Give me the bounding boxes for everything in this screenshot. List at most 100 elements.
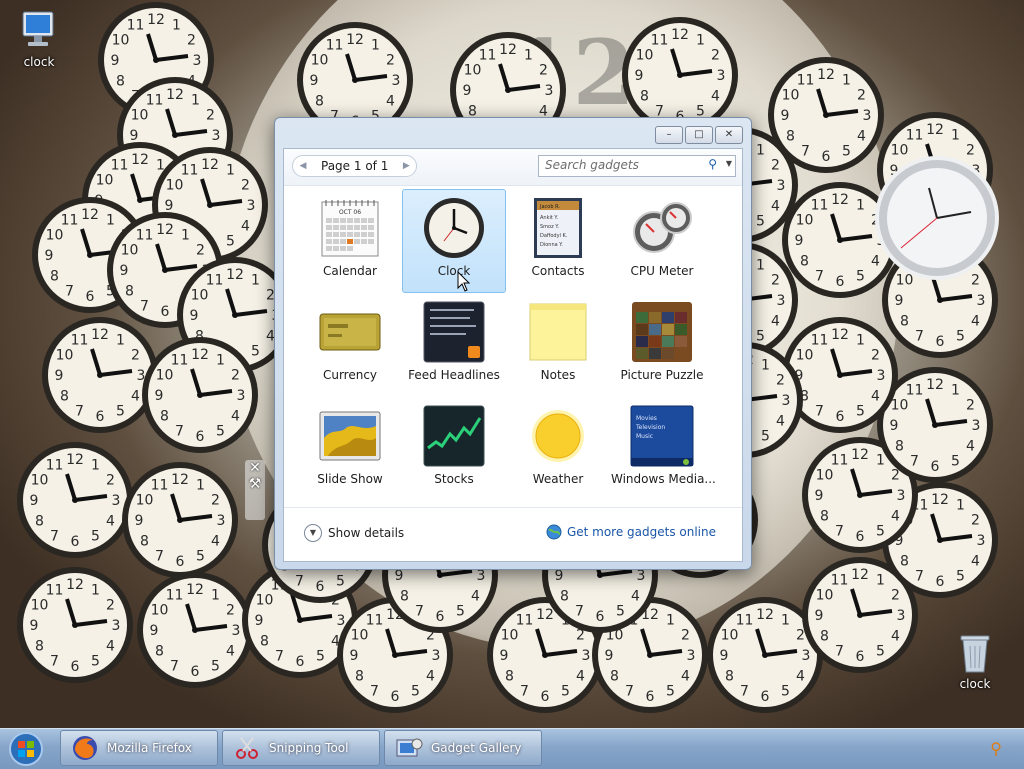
clock-gadget[interactable]: 121234567891011 <box>98 2 214 118</box>
clock-numeral: 10 <box>896 513 914 529</box>
gadget-side-handle[interactable]: ✕ ⚒ <box>245 460 265 520</box>
show-details-toggle[interactable]: ▼ Show details <box>304 524 404 542</box>
gadget-tile-contacts[interactable]: Jacob R. Ankit Y. Smoz Y. Daffodyl K. Di… <box>506 189 610 293</box>
clock-gadget[interactable]: 121234567891011 <box>117 77 233 193</box>
clock-gadget[interactable]: 121234567891011 <box>882 482 998 598</box>
clock-numeral: 7 <box>50 654 59 670</box>
clock-numeral: 9 <box>30 493 39 509</box>
clock-numeral: 7 <box>131 89 140 105</box>
search-box: ⚲ ▼ <box>538 155 736 177</box>
gadget-label: Calendar <box>323 264 377 278</box>
gadget-label: Windows Media... <box>611 472 716 486</box>
clock-numeral: 6 <box>856 529 865 545</box>
clock-gadget[interactable]: 121234567891011 <box>17 567 133 683</box>
globe-icon <box>546 524 562 540</box>
prev-page-button[interactable]: ◀ <box>293 156 313 176</box>
get-more-gadgets-link[interactable]: Get more gadgets online <box>546 524 716 540</box>
minimize-button[interactable]: – <box>655 126 683 144</box>
gadget-tile-windows-media[interactable]: Movies Television Music Windows Media... <box>610 397 716 501</box>
start-button[interactable] <box>6 731 46 767</box>
gadget-tile-currency[interactable]: Currency <box>298 293 402 397</box>
chevron-down-icon[interactable]: ▼ <box>726 159 732 168</box>
clock-numeral: 10 <box>351 628 369 644</box>
gadget-label: Stocks <box>434 472 474 486</box>
close-icon[interactable]: ✕ <box>245 460 265 476</box>
slideshow-icon <box>319 411 381 461</box>
clock-numeral: 11 <box>127 17 145 33</box>
clock-gadget[interactable]: 121234567891011 <box>17 442 133 558</box>
search-icon[interactable]: ⚲ <box>708 157 717 171</box>
clock-numeral: 11 <box>151 477 169 493</box>
clock-numeral: 9 <box>150 623 159 639</box>
clock-numeral: 1 <box>191 92 200 108</box>
clock-numeral: 8 <box>155 644 164 660</box>
clock-gadget[interactable]: 121234567891011 <box>82 142 198 258</box>
taskbar-item-snipping-tool[interactable]: Snipping Tool <box>222 730 380 766</box>
clock-numeral: 1 <box>876 452 885 468</box>
gadget-tile-feed-headlines[interactable]: Feed Headlines <box>402 293 506 397</box>
clock-numeral: 6 <box>296 654 305 670</box>
clock-numeral: 10 <box>816 588 834 604</box>
clock-gadget[interactable]: 121234567891011 <box>707 597 823 713</box>
cpu-meter-icon <box>633 202 692 253</box>
wrench-icon[interactable]: ⚒ <box>245 476 265 492</box>
clock-numeral: 12 <box>926 377 944 393</box>
clock-numeral: 5 <box>181 299 190 315</box>
clock-numeral: 4 <box>426 669 435 685</box>
gadget-tile-slide-show[interactable]: Slide Show <box>298 397 402 501</box>
clock-gadget[interactable]: 121234567891011 <box>802 557 918 673</box>
clock-numeral: 4 <box>966 184 975 200</box>
desktop-icon-computer[interactable]: clock <box>4 8 74 69</box>
next-page-button[interactable]: ▶ <box>396 156 416 176</box>
weather-icon <box>532 410 584 462</box>
clock-numeral: 7 <box>175 424 184 440</box>
clock-gadget[interactable]: 121234567891011 <box>107 212 223 328</box>
pager: ◀ Page 1 of 1 ▶ <box>292 155 418 177</box>
clock-numeral: 5 <box>172 89 181 105</box>
clock-numeral: 6 <box>391 689 400 705</box>
gadget-tile-stocks[interactable]: Stocks <box>402 397 506 501</box>
clock-numeral: 6 <box>191 664 200 680</box>
clock-numeral: 6 <box>931 459 940 475</box>
clock-gadget[interactable]: 121234567891011 <box>122 462 238 578</box>
clock-gadget[interactable]: 121234567891011 <box>877 112 993 228</box>
gadget-tile-clock[interactable]: Clock <box>402 189 506 293</box>
gadget-gallery-icon <box>396 738 423 757</box>
maximize-button[interactable]: □ <box>685 126 713 144</box>
gallery-footer: ▼ Show details Get more gadgets online <box>284 507 742 562</box>
clock-numeral: 2 <box>226 603 235 619</box>
gadget-tile-notes[interactable]: Notes <box>506 293 610 397</box>
notes-icon <box>529 303 587 361</box>
gadget-tile-cpu-meter[interactable]: CPU Meter <box>610 189 714 293</box>
clock-numeral: 7 <box>155 549 164 565</box>
clock-gadget[interactable]: 121234567891011 <box>32 197 148 313</box>
clock-gadget[interactable]: 121234567891011 <box>242 562 358 678</box>
clock-numeral: 3 <box>687 648 696 664</box>
clock-gadget[interactable]: 121234567891011 <box>137 572 253 688</box>
clock-gadget[interactable]: 121234567891011 <box>877 367 993 483</box>
gadget-tile-calendar[interactable]: OCT 06 Calendar <box>298 189 402 293</box>
clock-numeral: 7 <box>185 234 194 250</box>
clock-numeral: 7 <box>295 574 304 590</box>
clock-numeral: 7 <box>275 649 284 665</box>
clock-numeral: 5 <box>116 404 125 420</box>
clock-numeral: 11 <box>736 612 754 628</box>
search-input[interactable] <box>539 156 695 174</box>
gallery-toolbar: ◀ Page 1 of 1 ▶ ⚲ ▼ <box>284 149 742 186</box>
gadget-tile-picture-puzzle[interactable]: Picture Puzzle <box>610 293 714 397</box>
search-icon[interactable]: ⚲ <box>990 739 1002 758</box>
taskbar-item-gadget-gallery[interactable]: Gadget Gallery <box>384 730 542 766</box>
clock-numeral: 5 <box>196 549 205 565</box>
clock-numeral: 12 <box>926 122 944 138</box>
clock-numeral: 7 <box>140 299 149 315</box>
taskbar-item-firefox[interactable]: Mozilla Firefox <box>60 730 218 766</box>
gadget-tile-weather[interactable]: Weather <box>506 397 610 501</box>
clock-numeral: 11 <box>906 127 924 143</box>
clock-numeral: 5 <box>211 659 220 675</box>
clock-numeral: 6 <box>196 429 205 445</box>
desktop-icon-recycle-bin[interactable]: clock <box>940 630 1010 691</box>
clock-gadget[interactable]: 121234567891011 <box>42 317 158 433</box>
clock-numeral: 6 <box>96 409 105 425</box>
clock-numeral: 7 <box>520 684 529 700</box>
close-button[interactable]: ✕ <box>715 126 743 144</box>
